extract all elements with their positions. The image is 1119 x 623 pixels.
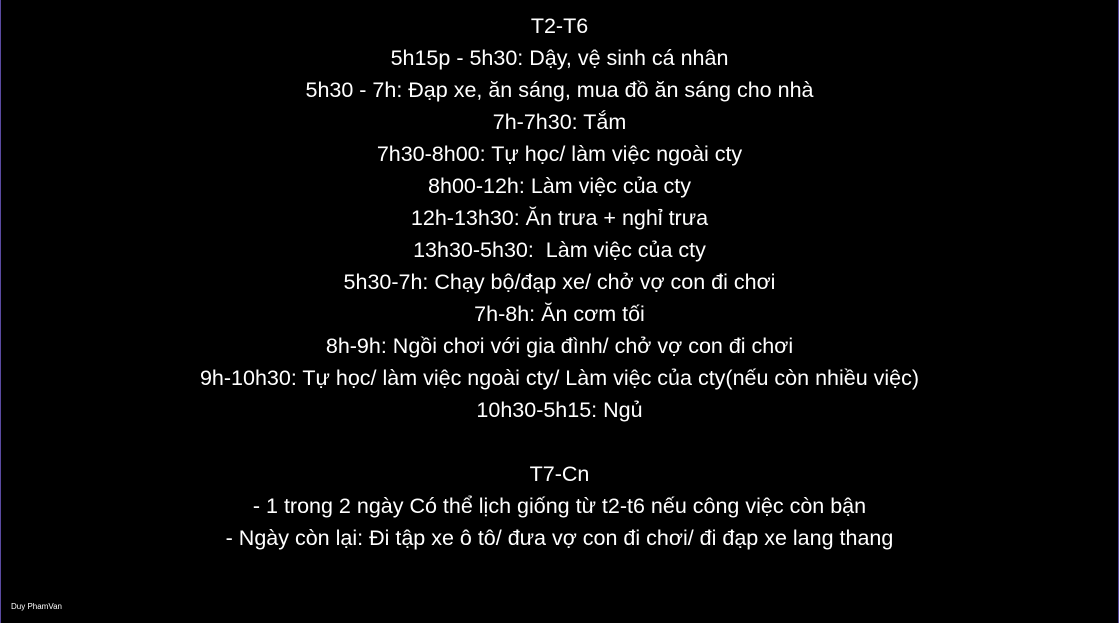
section-spacer xyxy=(1,426,1118,458)
author-label: Duy PhamVan xyxy=(11,602,62,611)
weekday-item: 8h-9h: Ngồi chơi với gia đình/ chở vợ co… xyxy=(325,334,794,358)
weekday-item: 5h15p - 5h30: Dậy, vệ sinh cá nhân xyxy=(390,46,729,70)
weekend-heading: T7-Cn xyxy=(529,462,590,486)
weekday-item: 13h30-5h30: Làm việc của cty xyxy=(413,238,706,262)
schedule-text-block: T2-T6 5h15p - 5h30: Dậy, vệ sinh cá nhân… xyxy=(1,10,1118,554)
weekday-item: 7h30-8h00: Tự học/ làm việc ngoài cty xyxy=(376,142,743,166)
weekday-item: 10h30-5h15: Ngủ xyxy=(476,398,643,422)
weekend-item: - 1 trong 2 ngày Có thể lịch giống từ t2… xyxy=(252,494,867,518)
weekday-item: 5h30-7h: Chạy bộ/đạp xe/ chở vợ con đi c… xyxy=(343,270,776,294)
weekday-item: 5h30 - 7h: Đạp xe, ăn sáng, mua đồ ăn sá… xyxy=(305,78,814,102)
weekday-item: 8h00-12h: Làm việc của cty xyxy=(428,174,691,198)
weekday-item: 9h-10h30: Tự học/ làm việc ngoài cty/ Là… xyxy=(199,366,920,390)
weekday-item: 7h-7h30: Tắm xyxy=(492,110,627,134)
weekday-item: 12h-13h30: Ăn trưa + nghỉ trưa xyxy=(410,206,709,230)
weekend-item: - Ngày còn lại: Đi tập xe ô tô/ đưa vợ c… xyxy=(225,526,894,550)
weekday-item: 7h-8h: Ăn cơm tối xyxy=(474,302,645,326)
weekday-heading: T2-T6 xyxy=(530,14,589,38)
slide-canvas: T2-T6 5h15p - 5h30: Dậy, vệ sinh cá nhân… xyxy=(0,0,1119,623)
